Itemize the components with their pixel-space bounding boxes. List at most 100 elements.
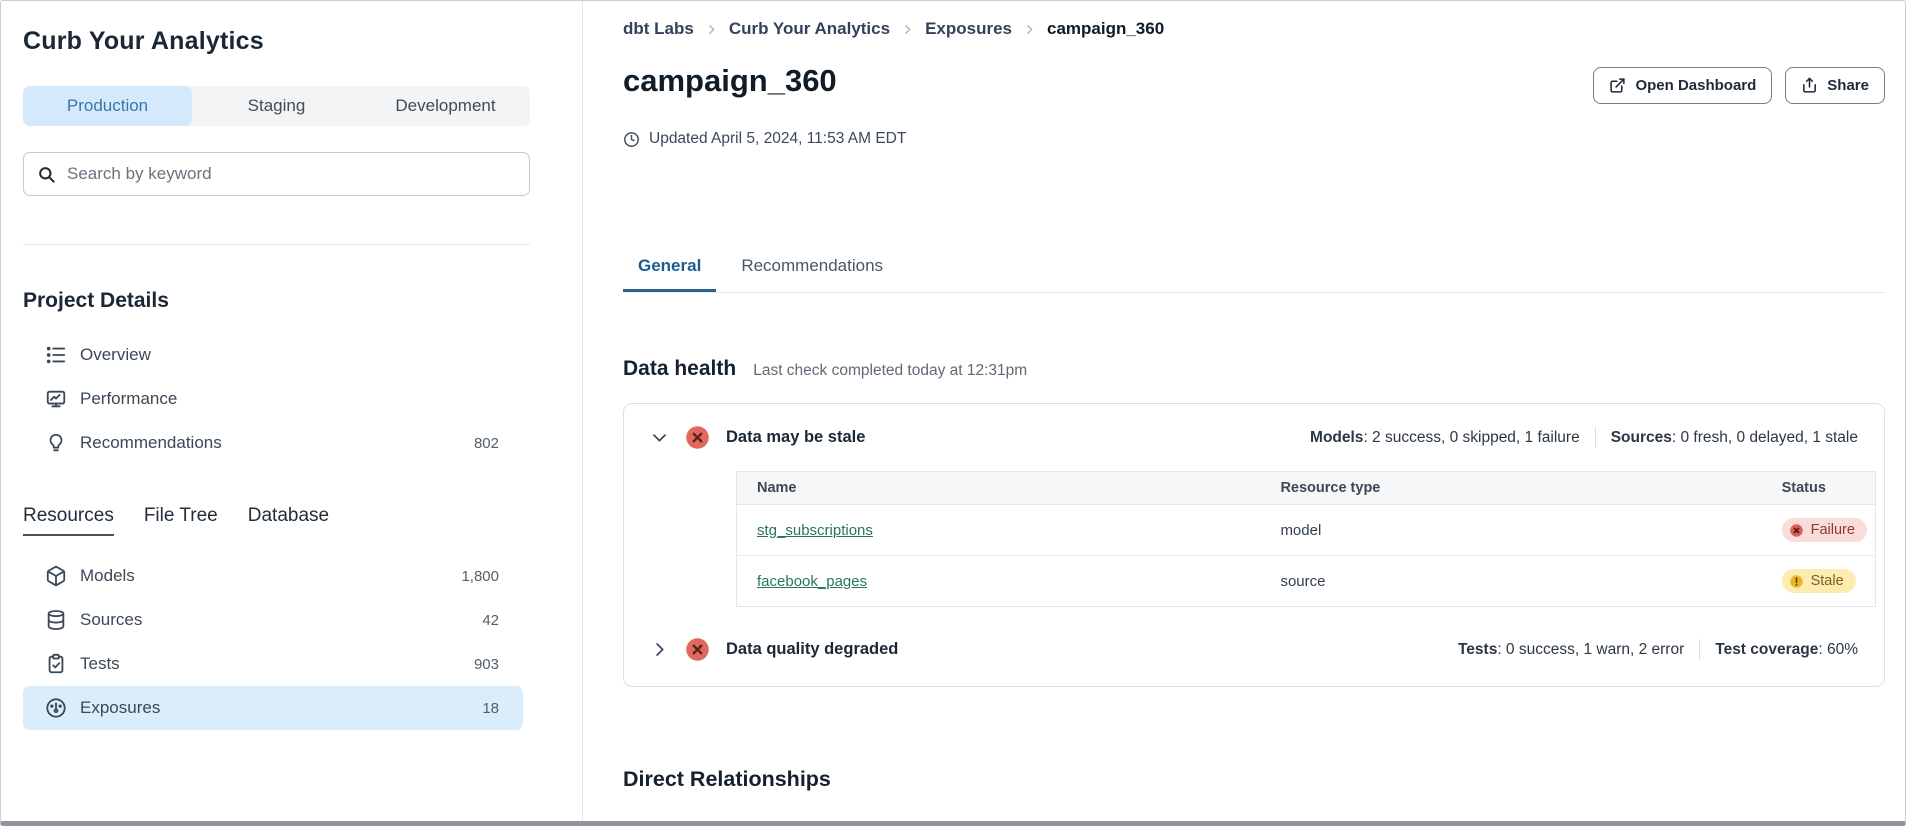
stat-divider xyxy=(1595,427,1596,448)
sidebar-item-sources[interactable]: Sources 42 xyxy=(23,598,523,642)
breadcrumb: dbt Labs Curb Your Analytics Exposures c… xyxy=(623,19,1885,39)
breadcrumb-exposures[interactable]: Exposures xyxy=(925,19,1012,39)
breadcrumb-account[interactable]: dbt Labs xyxy=(623,19,694,39)
stale-resources-table: Name Resource type Status stg_subscripti… xyxy=(736,471,1876,607)
tab-recommendations[interactable]: Recommendations xyxy=(726,246,898,292)
sidebar-item-label: Performance xyxy=(80,389,177,409)
sources-stat-label: Sources xyxy=(1611,429,1672,446)
models-stat-value: : 2 success, 0 skipped, 1 failure xyxy=(1363,429,1579,446)
data-health-heading: Data health xyxy=(623,357,736,381)
models-stat: Models: 2 success, 0 skipped, 1 failure xyxy=(1310,429,1580,447)
lightbulb-icon xyxy=(45,432,67,454)
chevron-right-icon xyxy=(901,23,914,36)
resources-nav: Models 1,800 Sources 42 xyxy=(1,554,582,730)
chevron-right-icon xyxy=(705,23,718,36)
tab-file-tree[interactable]: File Tree xyxy=(144,505,218,536)
share-button[interactable]: Share xyxy=(1785,67,1885,104)
column-header-name: Name xyxy=(737,472,1261,505)
detail-tabs: General Recommendations xyxy=(623,246,1885,293)
status-badge-label: Stale xyxy=(1811,573,1844,589)
environment-switcher: Production Staging Development xyxy=(23,86,530,126)
cube-icon xyxy=(45,565,67,587)
status-badge: Failure xyxy=(1782,518,1867,542)
resource-link[interactable]: facebook_pages xyxy=(757,573,867,590)
sources-stat: Sources: 0 fresh, 0 delayed, 1 stale xyxy=(1611,429,1858,447)
breadcrumb-current: campaign_360 xyxy=(1047,19,1164,39)
coverage-stat-value: : 60% xyxy=(1818,641,1858,658)
sidebar-item-exposures[interactable]: Exposures 18 xyxy=(23,686,523,730)
sidebar-item-models[interactable]: Models 1,800 xyxy=(23,554,523,598)
expand-toggle[interactable] xyxy=(650,640,669,659)
sources-stat-value: : 0 fresh, 0 delayed, 1 stale xyxy=(1672,429,1858,446)
env-tab-development[interactable]: Development xyxy=(361,86,530,126)
sidebar-item-count: 42 xyxy=(482,612,499,629)
project-sidebar: Curb Your Analytics Production Staging D… xyxy=(1,1,583,821)
chevron-right-icon xyxy=(1023,23,1036,36)
sidebar-item-label: Exposures xyxy=(80,698,160,718)
warning-circle-icon xyxy=(1789,574,1804,589)
tab-database[interactable]: Database xyxy=(248,505,329,536)
stale-data-stats: Models: 2 success, 0 skipped, 1 failure … xyxy=(1310,427,1858,448)
collapse-toggle[interactable] xyxy=(650,428,669,447)
error-circle-icon xyxy=(1789,523,1804,538)
stale-data-label: Data may be stale xyxy=(726,428,865,447)
models-stat-label: Models xyxy=(1310,429,1363,446)
sidebar-item-tests[interactable]: Tests 903 xyxy=(23,642,523,686)
sidebar-item-label: Recommendations xyxy=(80,433,222,453)
sidebar-item-label: Overview xyxy=(80,345,151,365)
open-dashboard-button[interactable]: Open Dashboard xyxy=(1593,67,1772,104)
resource-type: source xyxy=(1280,573,1325,590)
exposure-detail-page: dbt Labs Curb Your Analytics Exposures c… xyxy=(583,1,1905,821)
resource-view-tabs: Resources File Tree Database xyxy=(23,505,560,536)
last-updated-text: Updated April 5, 2024, 11:53 AM EDT xyxy=(649,130,906,148)
share-label: Share xyxy=(1827,77,1869,94)
gauge-icon xyxy=(45,697,67,719)
sidebar-item-label: Sources xyxy=(80,610,142,630)
database-icon xyxy=(45,609,67,631)
sidebar-item-count: 18 xyxy=(482,700,499,717)
env-tab-production[interactable]: Production xyxy=(23,86,192,126)
tests-stat-value: : 0 success, 1 warn, 2 error xyxy=(1497,641,1684,658)
sidebar-item-label: Models xyxy=(80,566,135,586)
sidebar-item-performance[interactable]: Performance xyxy=(23,377,523,421)
sidebar-item-recommendations[interactable]: Recommendations 802 xyxy=(23,421,523,465)
breadcrumb-project[interactable]: Curb Your Analytics xyxy=(729,19,890,39)
tab-resources[interactable]: Resources xyxy=(23,505,114,536)
column-header-status: Status xyxy=(1762,472,1876,505)
clock-icon xyxy=(623,131,640,148)
sidebar-divider xyxy=(23,244,530,245)
external-link-icon xyxy=(1609,77,1626,94)
data-health-card: Data may be stale Models: 2 success, 0 s… xyxy=(623,403,1885,687)
sidebar-search[interactable] xyxy=(23,152,530,196)
last-updated: Updated April 5, 2024, 11:53 AM EDT xyxy=(623,130,1885,148)
project-title: Curb Your Analytics xyxy=(23,27,560,56)
direct-relationships-heading: Direct Relationships xyxy=(623,767,1885,792)
coverage-stat: Test coverage: 60% xyxy=(1715,641,1858,659)
table-row: facebook_pages source Stale xyxy=(737,556,1876,607)
dbt-explorer-window: Curb Your Analytics Production Staging D… xyxy=(0,0,1906,826)
chevron-right-icon xyxy=(650,640,669,659)
error-circle-icon xyxy=(684,424,711,451)
page-title: campaign_360 xyxy=(623,63,837,99)
search-input[interactable] xyxy=(67,164,516,184)
sidebar-item-overview[interactable]: Overview xyxy=(23,333,523,377)
column-header-resource-type: Resource type xyxy=(1260,472,1761,505)
performance-chart-icon xyxy=(45,388,67,410)
status-badge: Stale xyxy=(1782,569,1856,593)
tab-general[interactable]: General xyxy=(623,246,716,292)
tests-stat: Tests: 0 success, 1 warn, 2 error xyxy=(1458,641,1684,659)
table-header-row: Name Resource type Status xyxy=(737,472,1876,505)
data-health-heading-row: Data health Last check completed today a… xyxy=(623,357,1885,381)
sidebar-item-count: 903 xyxy=(474,656,499,673)
list-icon xyxy=(45,344,67,366)
resource-link[interactable]: stg_subscriptions xyxy=(757,522,873,539)
clipboard-check-icon xyxy=(45,653,67,675)
resource-type: model xyxy=(1280,522,1321,539)
env-tab-staging[interactable]: Staging xyxy=(192,86,361,126)
sidebar-item-count: 1,800 xyxy=(461,568,499,585)
search-icon xyxy=(37,165,56,184)
table-row: stg_subscriptions model Failure xyxy=(737,505,1876,556)
chevron-down-icon xyxy=(650,428,669,447)
status-badge-label: Failure xyxy=(1811,522,1855,538)
sidebar-item-label: Tests xyxy=(80,654,120,674)
